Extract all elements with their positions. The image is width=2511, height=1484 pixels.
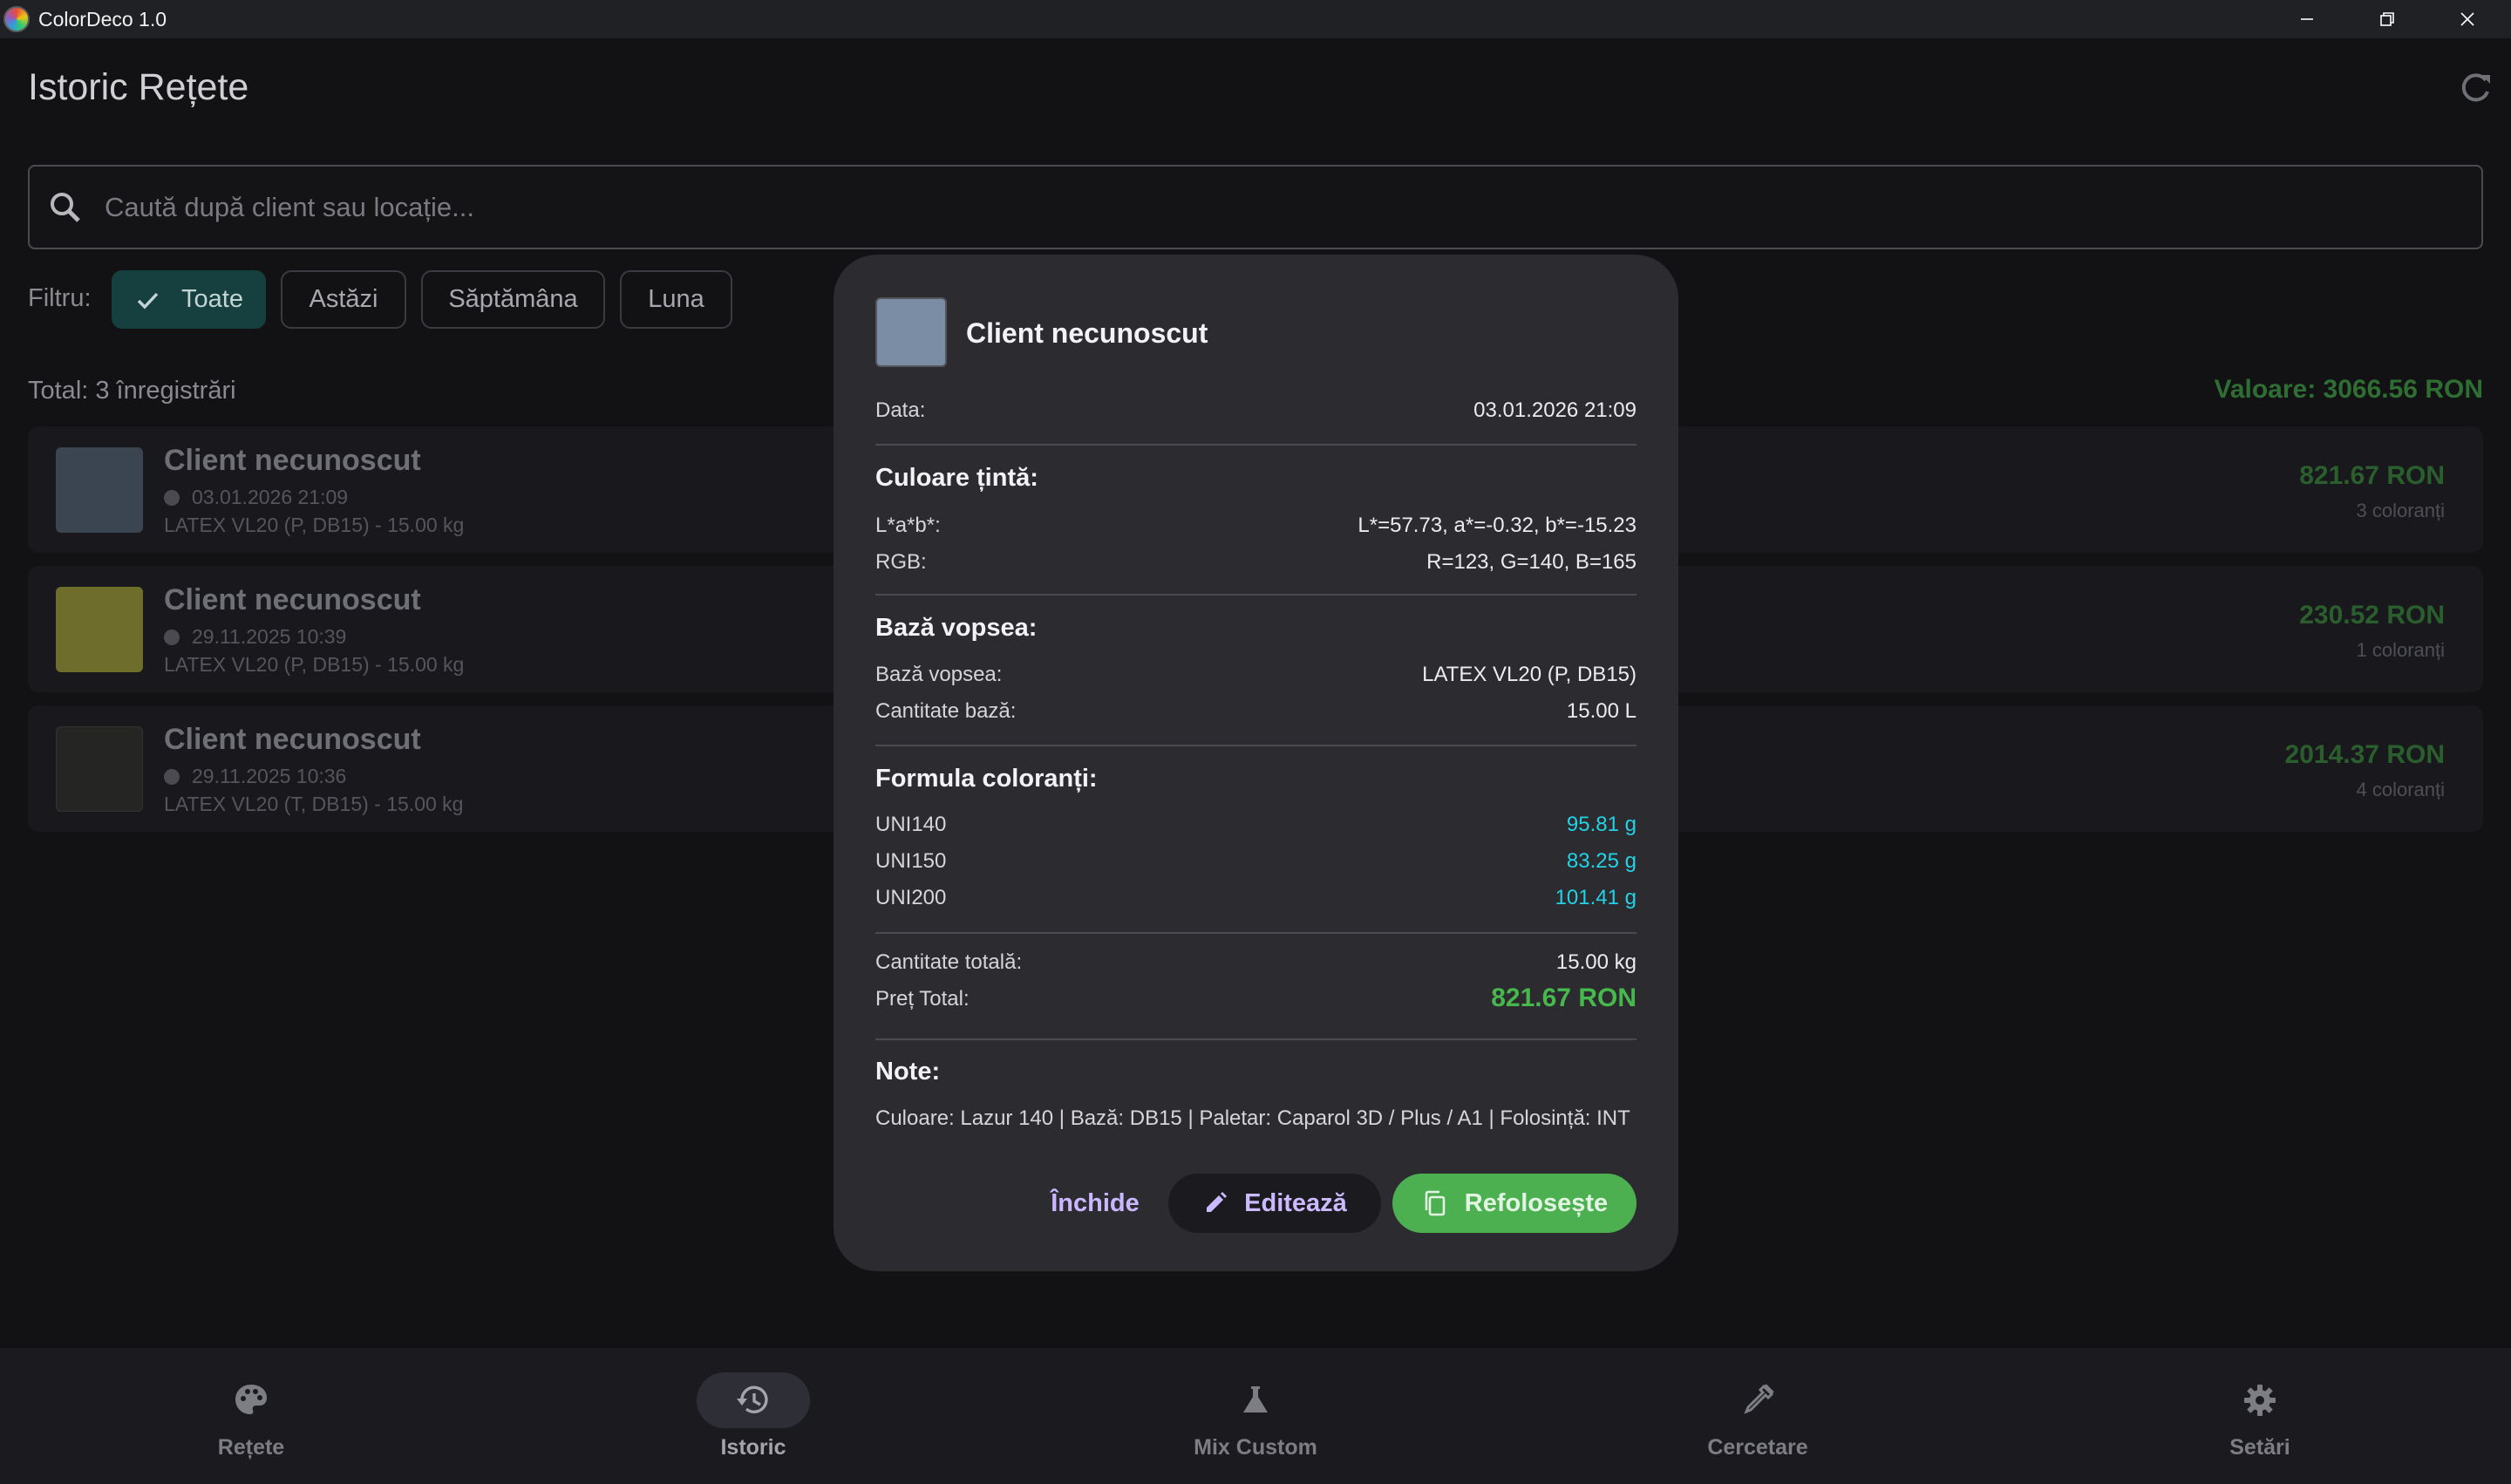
minimize-button[interactable] (2267, 0, 2347, 38)
total-qty-value: 15.00 kg (1555, 950, 1637, 974)
colorant-amount: 101.41 g (1555, 886, 1637, 909)
recipe-detail-dialog: Client necunoscut Data: 03.01.2026 21:09… (834, 255, 1678, 1271)
nav-label: Setări (2229, 1435, 2290, 1460)
rgb-label: RGB: (875, 550, 927, 574)
minimize-icon (2301, 18, 2313, 20)
total-qty-label: Cantitate totală: (875, 950, 1023, 974)
nav-icon-container (194, 1372, 308, 1428)
edit-button-label: Editează (1244, 1188, 1347, 1217)
nav-label: Istoric (720, 1435, 786, 1460)
history-icon (737, 1385, 768, 1413)
nav-item-settings[interactable]: Setări (2009, 1348, 2511, 1484)
date-value: 03.01.2026 21:09 (1473, 398, 1637, 422)
nav-item-mix-custom[interactable]: Mix Custom (1004, 1348, 1507, 1484)
lab-value: L*=57.73, a*=-0.32, b*=-15.23 (1358, 514, 1637, 537)
nav-label: Mix Custom (1194, 1435, 1317, 1460)
divider (875, 1038, 1637, 1040)
pencil-icon (1207, 1192, 1228, 1212)
colorant-name: UNI150 (875, 849, 947, 873)
restore-button[interactable] (2347, 0, 2427, 38)
colorant-name: UNI200 (875, 886, 947, 909)
close-icon (2460, 12, 2474, 26)
nav-icon-container (1701, 1372, 1814, 1428)
date-label: Data: (875, 398, 926, 422)
nav-label: Cercetare (1707, 1435, 1808, 1460)
dialog-title: Client necunoscut (966, 317, 1208, 349)
total-price-label: Preț Total: (875, 987, 970, 1011)
lab-label: L*a*b*: (875, 514, 941, 537)
nav-item-research[interactable]: Cercetare (1507, 1348, 2009, 1484)
notes-title: Note: (875, 1058, 941, 1086)
flask-icon (1243, 1386, 1268, 1413)
nav-item-history[interactable]: Istoric (502, 1348, 1004, 1484)
colorant-amount: 83.25 g (1566, 849, 1637, 873)
base-qty-label: Cantitate bază: (875, 699, 1017, 723)
nav-item-recipes[interactable]: Rețete (0, 1348, 502, 1484)
bottom-navigation: Rețete Istoric Mix Custom Cercetare Setă… (0, 1348, 2511, 1484)
divider (875, 932, 1637, 934)
app-logo-icon (3, 6, 30, 32)
edit-button[interactable]: Editează (1168, 1174, 1381, 1233)
base-qty-value: 15.00 L (1566, 699, 1637, 723)
nav-label: Rețete (217, 1435, 285, 1460)
window-title: ColorDeco 1.0 (38, 7, 167, 31)
gear-icon (2244, 1385, 2276, 1416)
nav-icon-container (2203, 1372, 2317, 1428)
palette-icon (235, 1385, 267, 1414)
color-swatch (875, 297, 947, 367)
divider (875, 444, 1637, 446)
restore-icon (2380, 12, 2394, 26)
eyedropper-icon (1744, 1384, 1774, 1414)
divider (875, 745, 1637, 746)
notes-text: Culoare: Lazur 140 | Bază: DB15 | Paleta… (875, 1106, 1630, 1130)
reuse-button-label: Refolosește (1464, 1188, 1609, 1217)
base-value: LATEX VL20 (P, DB15) (1422, 663, 1637, 686)
base-label: Bază vopsea: (875, 663, 1003, 686)
formula-title: Formula coloranți: (875, 765, 1098, 793)
rgb-value: R=123, G=140, B=165 (1426, 550, 1637, 574)
reuse-button[interactable]: Refolosește (1392, 1174, 1637, 1233)
colorant-name: UNI140 (875, 813, 947, 836)
nav-icon-container (1199, 1372, 1312, 1428)
copy-icon (1425, 1190, 1446, 1216)
divider (875, 594, 1637, 596)
colorant-amount: 95.81 g (1566, 813, 1637, 836)
base-paint-title: Bază vopsea: (875, 614, 1038, 642)
close-dialog-button[interactable]: Închide (1040, 1175, 1150, 1231)
close-window-button[interactable] (2427, 0, 2508, 38)
nav-icon-container (697, 1372, 810, 1428)
window-titlebar: ColorDeco 1.0 (0, 0, 2511, 38)
total-price-value: 821.67 RON (1491, 984, 1637, 1012)
target-color-title: Culoare țintă: (875, 464, 1038, 492)
close-button-label: Închide (1051, 1188, 1140, 1217)
